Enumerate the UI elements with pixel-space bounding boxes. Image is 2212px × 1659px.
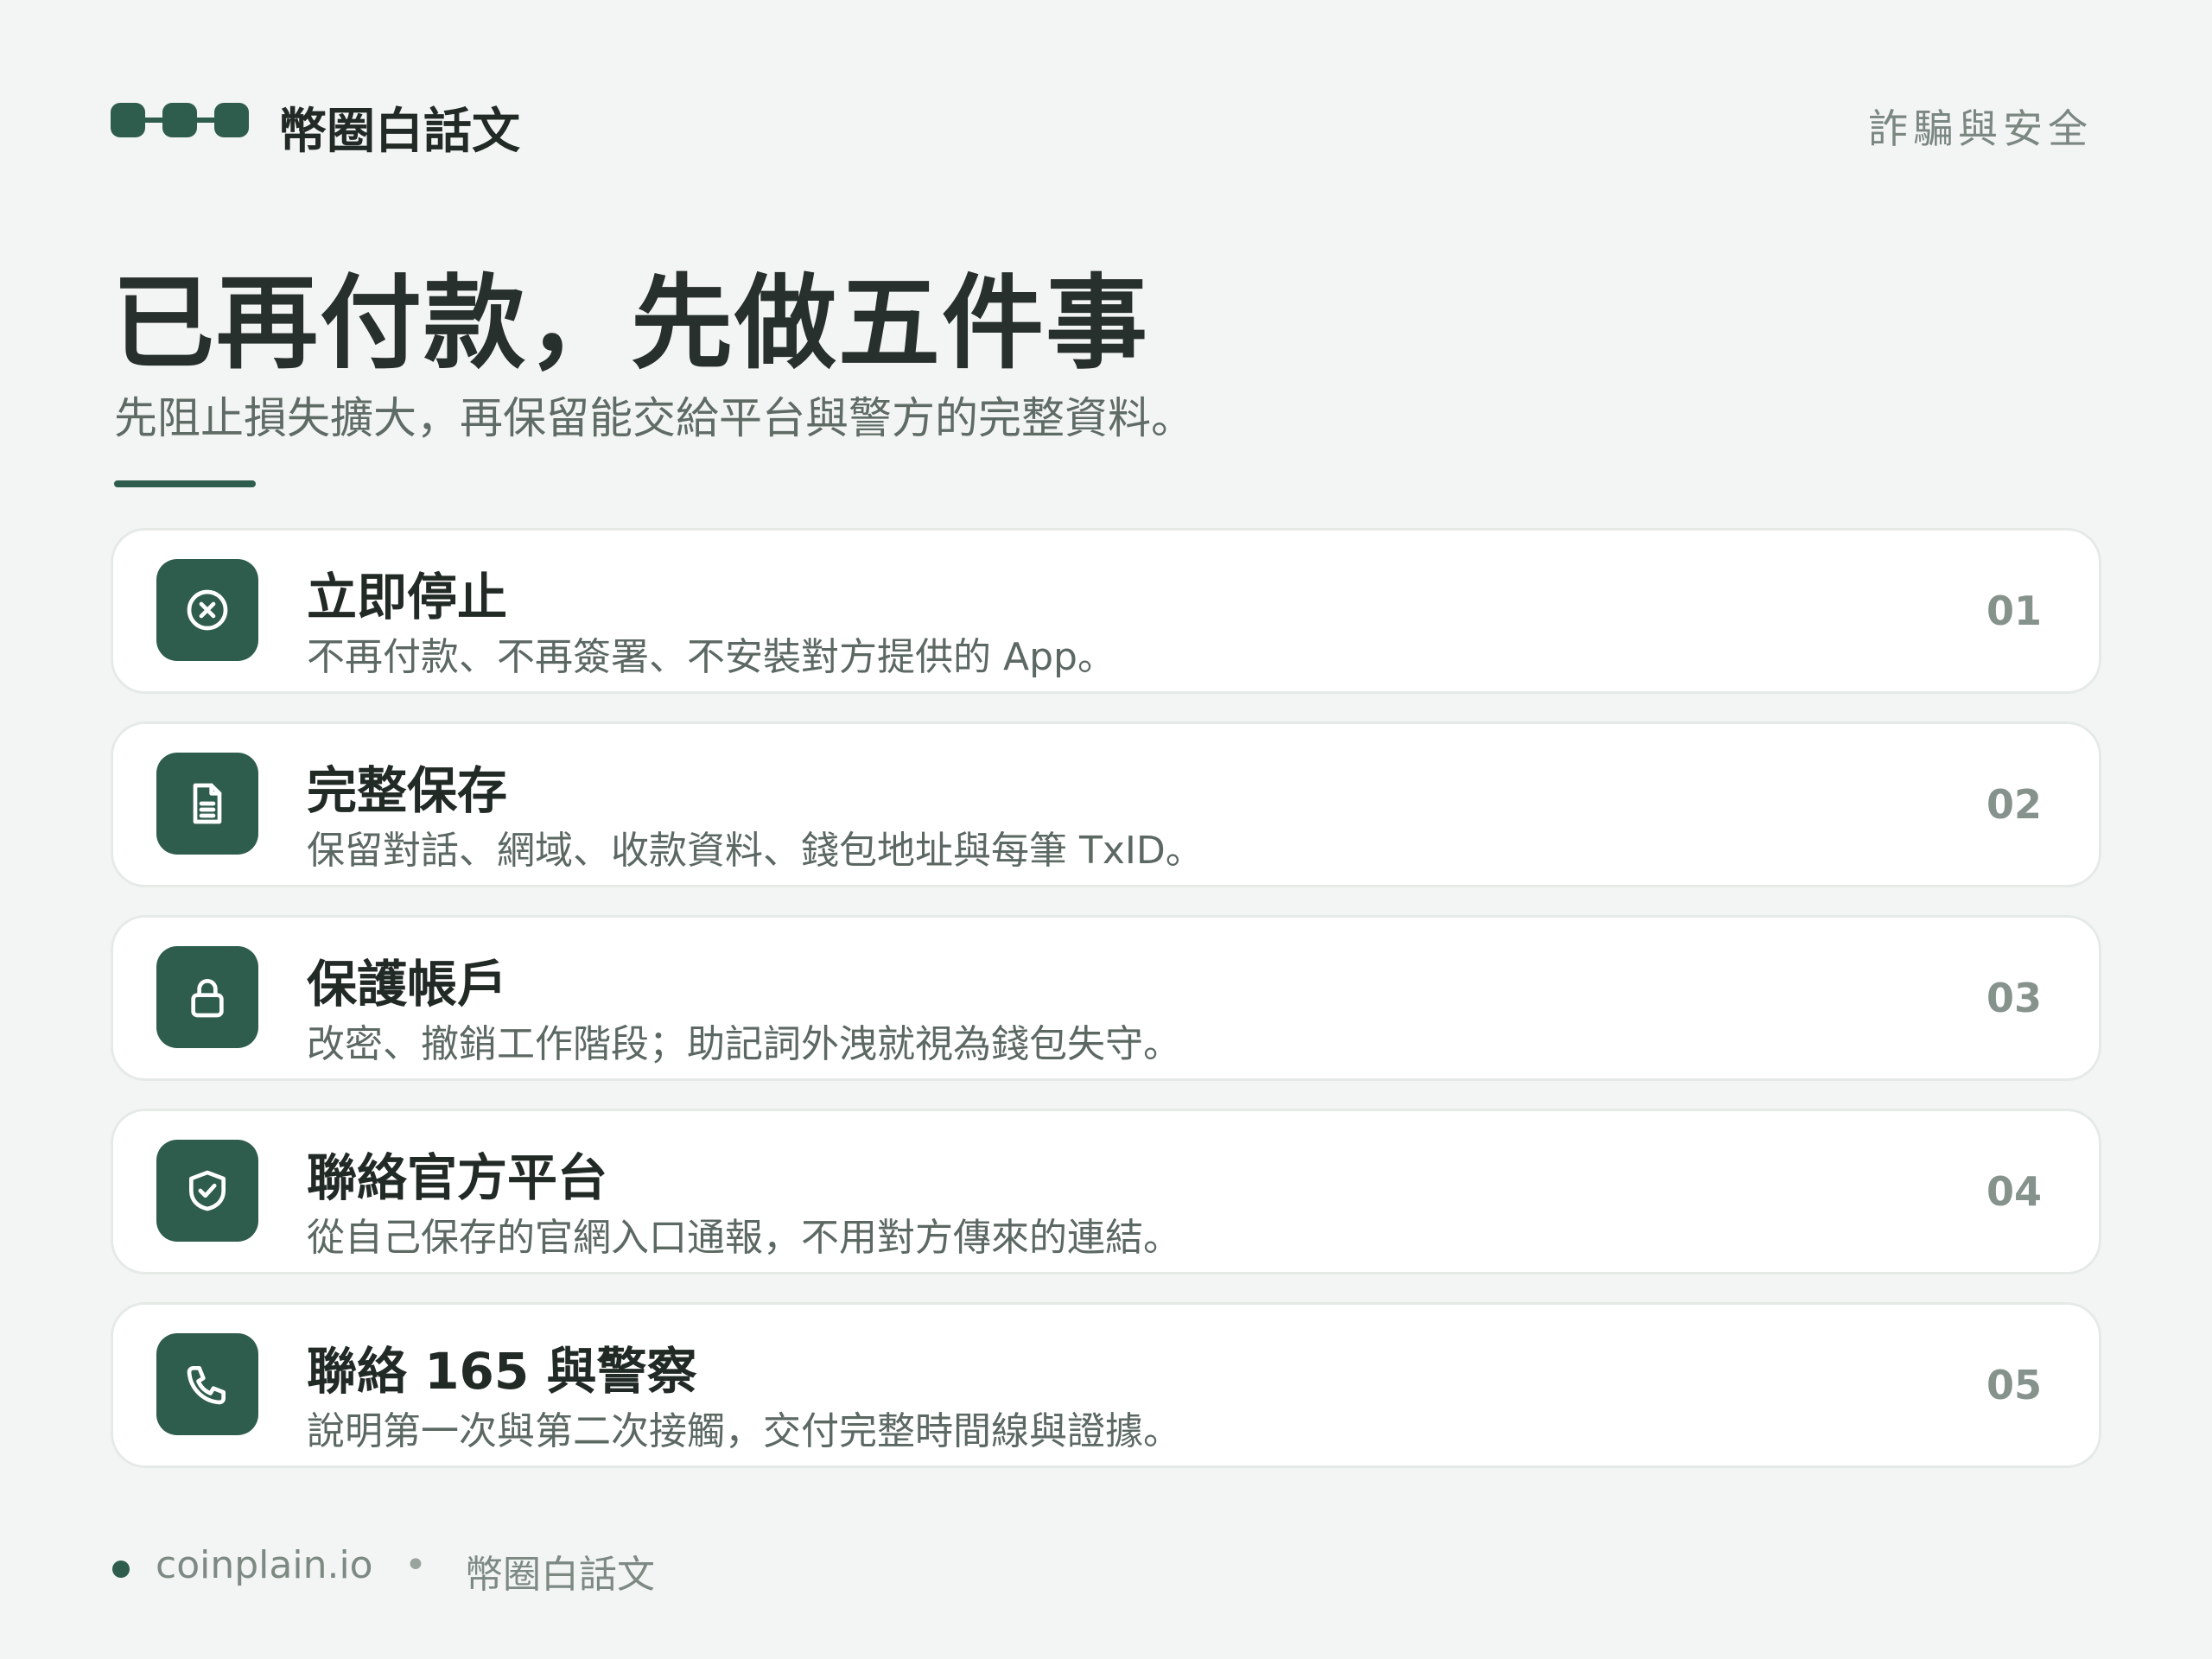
footer-site-link[interactable]: coinplain.io [156,1543,373,1587]
phone-icon [156,1333,258,1435]
step-description: 說明第一次與第二次接觸，交付完整時間線與證據。 [307,1409,1181,1453]
category-label: 詐騙與安全 [1868,105,2093,152]
step-title: 立即停止 [307,568,508,626]
page: 幣圈白話文 詐騙與安全 已再付款，先做五件事 先阻止損失擴大，再保留能交給平台與… [0,0,2212,1659]
step-number: 04 [1986,1168,2042,1215]
document-icon [156,753,258,855]
shield-check-icon [156,1140,258,1242]
footer-separator: • [404,1543,427,1587]
step-card: 保護帳戶 改密、撤銷工作階段；助記詞外洩就視為錢包失守。 03 [111,915,2101,1081]
step-card: 聯絡 165 與警察 說明第一次與第二次接觸，交付完整時間線與證據。 05 [111,1302,2101,1468]
step-description: 從自己保存的官網入口通報，不用對方傳來的連結。 [307,1216,1181,1260]
stop-circle-x-icon [156,559,258,661]
steps-list: 立即停止 不再付款、不再簽署、不安裝對方提供的 App。 01 完整保存 保留對… [111,528,2101,1496]
chain-logo-icon [111,103,249,137]
step-title: 聯絡 165 與警察 [307,1342,697,1401]
footer-brand: 幣圈白話文 [465,1553,655,1597]
step-title: 聯絡官方平台 [307,1148,608,1207]
step-number: 03 [1986,975,2042,1021]
step-title: 保護帳戶 [307,955,508,1014]
step-card: 立即停止 不再付款、不再簽署、不安裝對方提供的 App。 01 [111,528,2101,694]
step-card: 完整保存 保留對話、網域、收款資料、錢包地址與每筆 TxID。 02 [111,721,2101,887]
page-subtitle: 先阻止損失擴大，再保留能交給平台與警方的完整資料。 [114,393,1194,443]
step-card: 聯絡官方平台 從自己保存的官網入口通報，不用對方傳來的連結。 04 [111,1109,2101,1274]
page-title: 已再付款，先做五件事 [112,264,1150,383]
step-title: 完整保存 [307,761,508,820]
accent-divider [114,480,256,487]
lock-icon [156,946,258,1048]
footer: coinplain.io • 幣圈白話文 [111,1543,1147,1597]
step-description: 不再付款、不再簽署、不安裝對方提供的 App。 [307,635,1116,679]
step-number: 02 [1986,781,2042,828]
step-number: 05 [1986,1362,2042,1408]
step-description: 改密、撤銷工作階段；助記詞外洩就視為錢包失守。 [307,1022,1181,1066]
brand-name: 幣圈白話文 [278,104,520,160]
bullet-dot-icon [112,1560,130,1578]
step-number: 01 [1986,588,2042,634]
step-description: 保留對話、網域、收款資料、錢包地址與每筆 TxID。 [307,829,1204,873]
header: 幣圈白話文 詐騙與安全 [111,91,2093,160]
